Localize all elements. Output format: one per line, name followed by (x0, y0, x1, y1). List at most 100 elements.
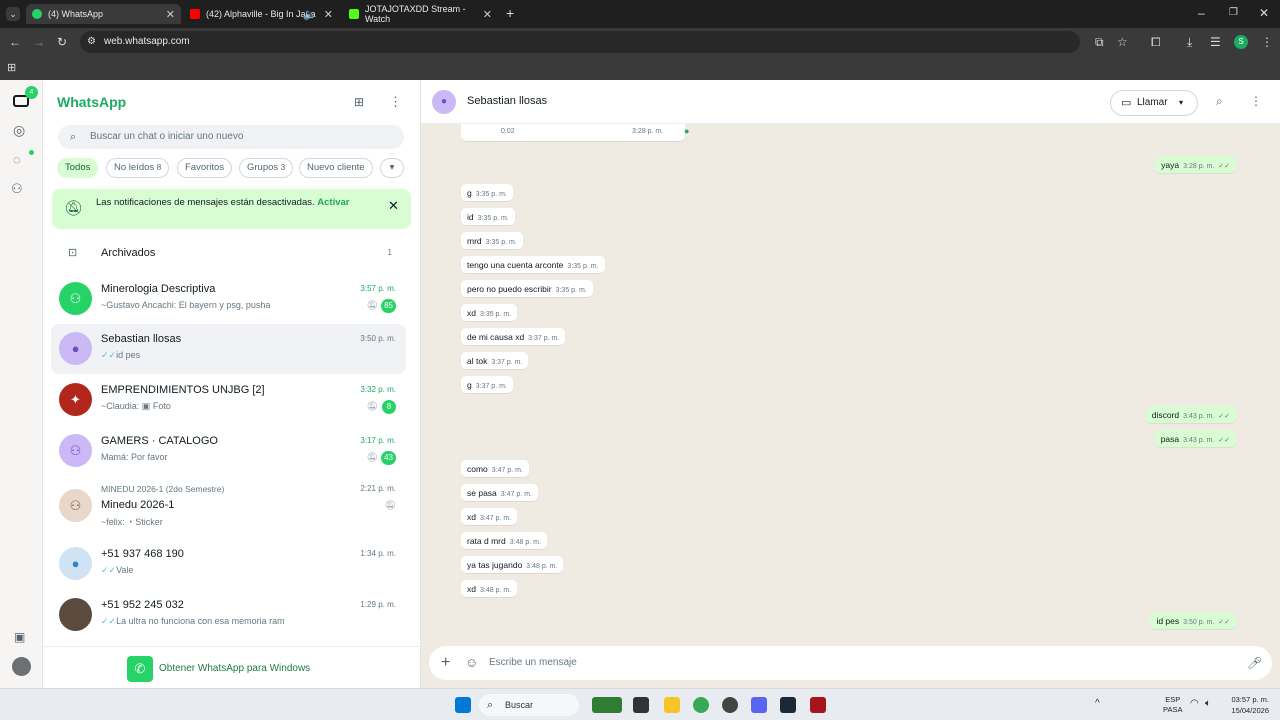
chat-row[interactable]: ✦ EMPRENDIMIENTOS UNJBG [2] ~Claudia: ▣ … (51, 375, 406, 425)
incoming-message[interactable]: ya tas jugando 3:48 p. m. (461, 556, 564, 573)
close-window-icon[interactable]: ✕ (1259, 6, 1269, 20)
status-icon[interactable]: ◎ (13, 123, 25, 137)
close-tab-icon[interactable]: ✕ (324, 8, 333, 21)
incoming-message[interactable]: tengo una cuenta arconte 3:35 p. m. (461, 256, 605, 273)
incoming-message[interactable]: xd 3:35 p. m. (461, 304, 518, 321)
file-explorer-icon[interactable] (664, 697, 680, 713)
chat-row-selected[interactable]: ● Sebastian llosas ✓✓id pes 3:50 p. m. (51, 324, 406, 374)
chevron-up-icon[interactable]: ^ (1095, 697, 1100, 711)
forward-icon[interactable]: → (33, 35, 45, 49)
close-banner-icon[interactable]: ✕ (388, 198, 399, 214)
audio-message[interactable]: 0:02 3:28 p. m. ● (461, 124, 689, 141)
message-input[interactable]: Escribe un mensaje (489, 657, 577, 668)
outgoing-message[interactable]: pasa 3:43 p. m. ✓✓ (1154, 430, 1236, 447)
tab-youtube[interactable]: (42) Alphaville - Big In Japa 🔈 ✕ (184, 4, 339, 24)
incoming-message[interactable]: al tok 3:37 p. m. (461, 352, 529, 369)
incoming-message[interactable]: xd 3:47 p. m. (461, 508, 518, 525)
install-app-icon[interactable]: ⧉ (1095, 35, 1104, 49)
download-icon[interactable]: ⤓ (1187, 35, 1192, 49)
new-chat-icon[interactable]: ⊞ (354, 95, 364, 109)
menu-dots-icon[interactable]: ⋮ (389, 95, 402, 109)
chat-row[interactable]: ⚇ GAMERS · CATALOGO Mamá: Por favor 3:17… (51, 426, 406, 476)
call-button[interactable]: ▭ Llamar ▾ (1110, 90, 1198, 116)
activate-link[interactable]: Activar (317, 197, 349, 208)
incoming-message[interactable]: g 3:37 p. m. (461, 376, 513, 393)
profile-avatar[interactable]: S (1234, 35, 1248, 49)
search-input[interactable]: ⌕ Buscar un chat o iniciar uno nuevo (58, 125, 404, 149)
incoming-message[interactable]: mrd 3:35 p. m. (461, 232, 523, 249)
menu-dots-icon[interactable]: ⋮ (1250, 94, 1262, 108)
communities-icon[interactable]: ⚇ (11, 182, 23, 196)
chat-row[interactable]: ⚇ MINEDU 2026-1 (2do Semestre) Minedu 20… (51, 477, 406, 533)
apps-grid-icon[interactable]: ⊞ (7, 61, 16, 75)
archived-row[interactable]: ⊡ Archivados 1 (51, 230, 406, 276)
outgoing-message[interactable]: yaya 3:28 p. m. ✓✓ (1155, 156, 1236, 173)
sticker-icon: ◔ (127, 517, 133, 527)
new-tab-icon[interactable]: + (506, 6, 514, 20)
conversation-header[interactable]: ● Sebastian llosas ▭ Llamar ▾ ⌕ ⋮ (421, 80, 1280, 124)
filter-no-leidos[interactable]: No leídos 8 (106, 158, 170, 178)
filter-favoritos[interactable]: Favoritos (177, 158, 233, 178)
chat-row[interactable]: ⚇ Minerologia Descriptiva ~Gustavo Ancac… (51, 274, 406, 324)
chat-row[interactable]: +51 952 245 032 ✓✓La ultra no funciona c… (51, 590, 406, 640)
speaker-icon[interactable]: 🔈 (303, 8, 317, 21)
task-view-icon[interactable] (633, 697, 649, 713)
site-info-icon[interactable]: ⚙ (87, 35, 96, 49)
restore-icon[interactable]: ❐ (1229, 6, 1238, 20)
close-tab-icon[interactable]: ✕ (166, 8, 175, 21)
start-icon[interactable] (455, 697, 471, 713)
filter-nuevo-cliente[interactable]: Nuevo cliente (299, 158, 373, 178)
microphone-icon[interactable]: 🎤︎ (1247, 646, 1262, 680)
close-tab-icon[interactable]: ✕ (483, 8, 492, 21)
contact-name[interactable]: Sebastian llosas (467, 95, 547, 107)
incoming-message[interactable]: como 3:47 p. m. (461, 460, 529, 477)
media-controls-icon[interactable]: ☰ (1210, 35, 1221, 49)
address-bar[interactable]: ⚙ web.whatsapp.com ⧉ ☆ (80, 31, 1128, 53)
attach-plus-icon[interactable]: + (441, 646, 450, 680)
incoming-message[interactable]: xd 3:48 p. m. (461, 580, 518, 597)
reload-icon[interactable]: ↻ (57, 35, 67, 49)
filter-grupos[interactable]: Grupos 3 (239, 158, 294, 178)
incoming-message[interactable]: pero no puedo escribir 3:35 p. m. (461, 280, 593, 297)
outgoing-message[interactable]: id pes 3:50 p. m. ✓✓ (1150, 612, 1236, 629)
chat-name: Sebastian llosas (101, 333, 182, 345)
profile-photo[interactable] (12, 657, 31, 676)
tab-kick[interactable]: JOTAJOTAXDD Stream - Watch ✕ (343, 4, 498, 24)
get-app-link[interactable]: ✆ Obtener WhatsApp para Windows (43, 646, 421, 688)
more-filters-icon[interactable]: ▾ (380, 158, 404, 178)
incoming-message[interactable]: id 3:35 p. m. (461, 208, 515, 225)
channels-icon[interactable]: ◌ (13, 153, 21, 167)
incoming-message[interactable]: se pasa 3:47 p. m. (461, 484, 538, 501)
extensions-icon[interactable]: ⧠ (1151, 35, 1161, 49)
volume-icon[interactable]: 🔈︎ (1205, 697, 1211, 711)
discord-icon[interactable] (751, 697, 767, 713)
emoji-icon[interactable]: ☺ (465, 646, 478, 680)
widgets-icon[interactable] (592, 697, 622, 713)
menu-dots-icon[interactable]: ⋮ (1261, 35, 1273, 49)
outgoing-message[interactable]: discord 3:43 p. m. ✓✓ (1145, 406, 1236, 423)
media-icon[interactable]: ▣ (14, 630, 25, 644)
incoming-message[interactable]: de mi causa xd 3:37 p. m. (461, 328, 566, 345)
steam-icon[interactable] (780, 697, 796, 713)
incoming-message[interactable]: rata d mrd 3:48 p. m. (461, 532, 547, 549)
chrome-icon[interactable] (693, 697, 709, 713)
chat-row[interactable]: ● +51 937 468 190 ✓✓Vale 1:34 p. m. (51, 539, 406, 589)
taskbar-search[interactable]: ⌕ Buscar (479, 694, 579, 716)
contact-avatar[interactable]: ● (432, 90, 456, 114)
minimize-icon[interactable]: – (1198, 6, 1205, 20)
bookmark-star-icon[interactable]: ☆ (1117, 35, 1128, 49)
message-text: se pasa (467, 488, 497, 498)
game-icon[interactable] (810, 697, 826, 713)
incoming-message[interactable]: g 3:35 p. m. (461, 184, 513, 201)
composer[interactable]: + ☺ Escribe un mensaje 🎤︎ (429, 646, 1272, 680)
tab-whatsapp[interactable]: (4) WhatsApp ✕ (26, 4, 181, 24)
language-indicator[interactable]: ESP PASA (1163, 695, 1182, 715)
tab-search-icon[interactable]: ⌄ (6, 7, 20, 21)
search-icon[interactable]: ⌕ (1216, 94, 1223, 108)
wifi-icon[interactable]: ◠ (1190, 697, 1199, 711)
app-icon[interactable] (722, 697, 738, 713)
clock[interactable]: 03:57 p. m. 15/04/2026 (1225, 694, 1269, 716)
back-icon[interactable]: ← (9, 35, 21, 49)
message-time: 3:48 p. m. (526, 563, 558, 570)
filter-todos[interactable]: Todos (57, 158, 99, 178)
